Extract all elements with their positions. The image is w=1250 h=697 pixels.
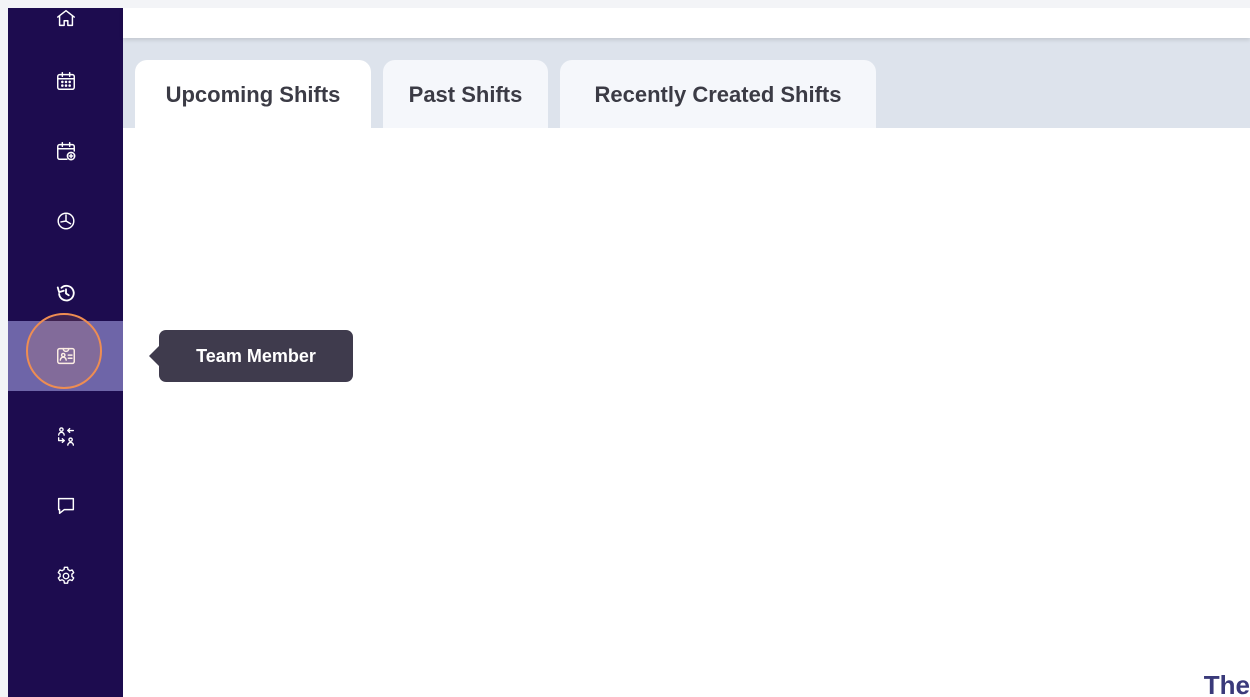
top-bar [123, 8, 1250, 38]
history-icon [56, 284, 75, 302]
sidebar-item-add-shift[interactable] [8, 116, 123, 186]
sidebar-tooltip: Team Member [149, 330, 353, 382]
chat-icon [57, 497, 74, 515]
home-icon [56, 9, 75, 27]
tab-past-shifts[interactable]: Past Shifts [383, 60, 548, 130]
clock-icon [56, 212, 75, 230]
tab-recently-created-shifts[interactable]: Recently Created Shifts [560, 60, 876, 130]
sidebar-item-settings[interactable] [8, 541, 123, 611]
shift-list-area [123, 128, 1250, 697]
sidebar-item-messages[interactable] [8, 471, 123, 541]
sidebar-item-swap[interactable] [8, 401, 123, 471]
partial-footer-text: The [1203, 670, 1250, 697]
shift-tabs: Upcoming Shifts Past Shifts Recently Cre… [123, 38, 1250, 130]
sidebar-item-team-member[interactable] [8, 321, 123, 391]
sidebar-item-calendar[interactable] [8, 46, 123, 116]
gear-icon [57, 566, 74, 584]
sidebar-item-history[interactable] [8, 258, 123, 328]
swap-users-icon [57, 427, 74, 446]
calendar-icon [56, 72, 75, 90]
team-member-icon [56, 347, 75, 365]
tab-upcoming-shifts[interactable]: Upcoming Shifts [135, 60, 371, 130]
calendar-add-icon [56, 142, 75, 161]
sidebar-item-time[interactable] [8, 186, 123, 256]
sidebar [8, 8, 123, 697]
